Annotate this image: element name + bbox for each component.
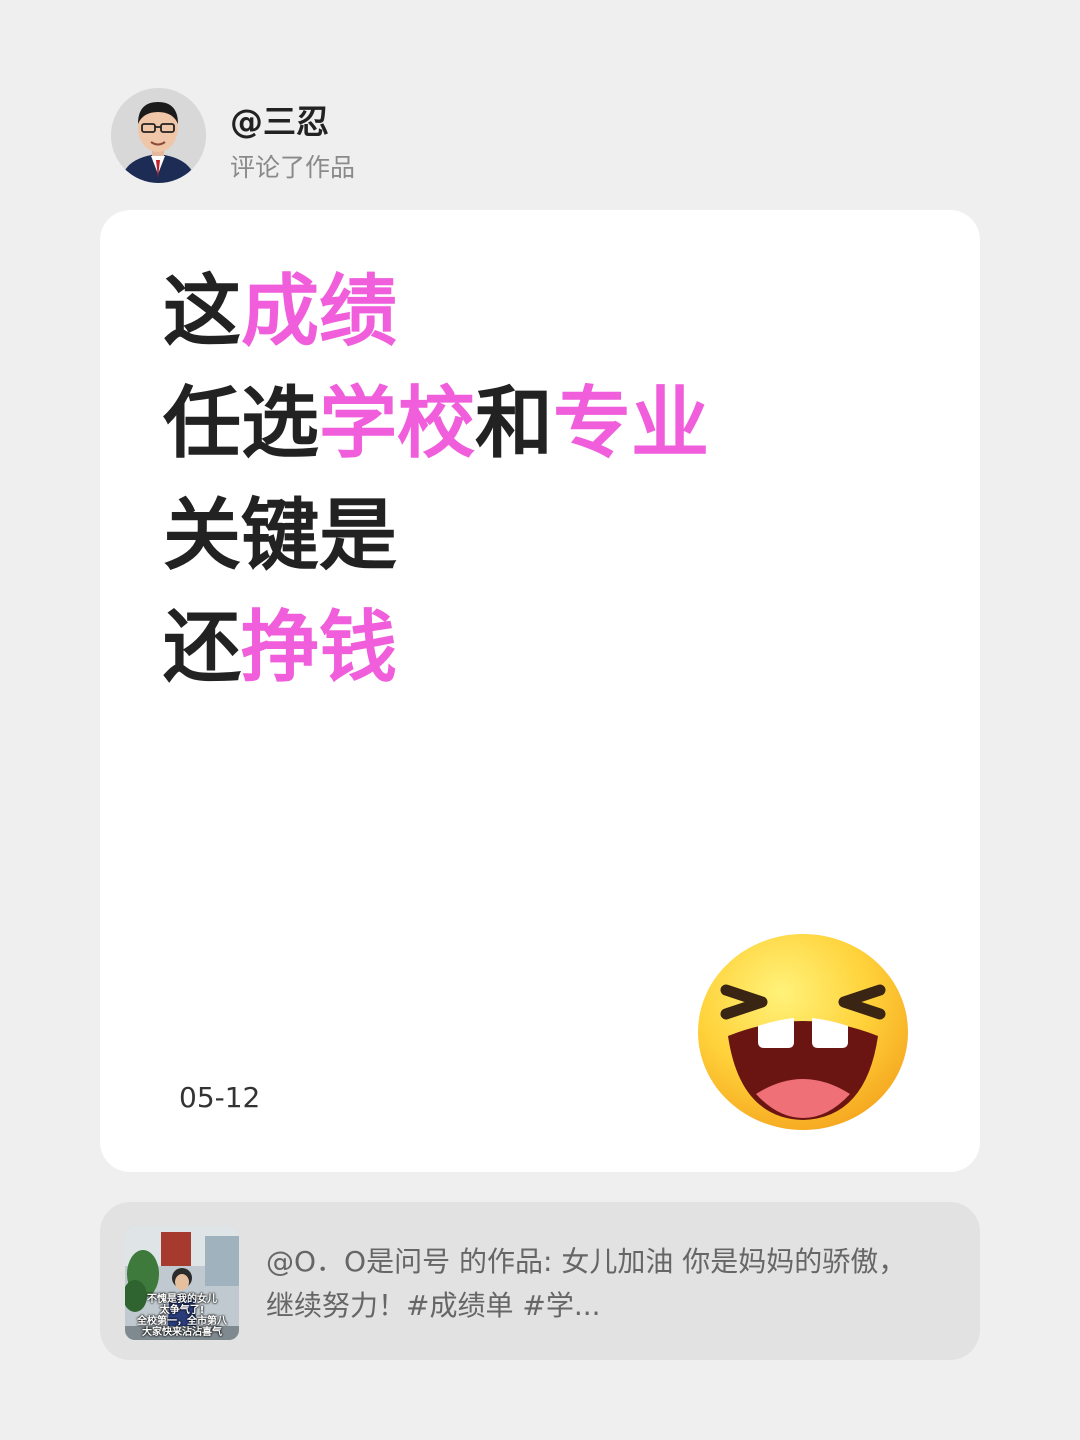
- thumbnail-caption: 不愧是我的女儿 太争气了! 全校第一，全市第八 大家快来沾沾喜气: [125, 1294, 239, 1338]
- comment-highlight: 成绩: [241, 267, 398, 357]
- user-name[interactable]: @三忍: [230, 100, 329, 144]
- source-description[interactable]: @O．O是问号 的作品: 女儿加油 你是妈妈的骄傲，继续努力！#成绩单 #学..…: [266, 1240, 926, 1328]
- user-action: 评论了作品: [230, 153, 356, 182]
- comment-line: 还挣钱: [163, 592, 709, 704]
- source-work-link[interactable]: 不愧是我的女儿 太争气了! 全校第一，全市第八 大家快来沾沾喜气 @O．O是问号…: [100, 1202, 980, 1360]
- comment-card: 这成绩 任选学校和专业 关键是 还挣钱 05-12: [100, 210, 980, 1172]
- caption-line: 不愧是我的女儿: [147, 1294, 217, 1305]
- caption-line: 大家快来沾沾喜气: [142, 1327, 222, 1338]
- avatar[interactable]: [111, 88, 206, 183]
- comment-highlight: 挣钱: [241, 603, 398, 693]
- comment-segment: 关键是: [163, 491, 398, 581]
- comment-highlight: 专业: [553, 379, 710, 469]
- laughing-face-emoji: [698, 934, 908, 1130]
- comment-segment: 这: [163, 267, 242, 357]
- comment-text: 这成绩 任选学校和专业 关键是 还挣钱: [163, 256, 709, 704]
- comment-line: 任选学校和专业: [163, 368, 709, 480]
- comment-segment: 和: [475, 379, 554, 469]
- comment-highlight: 学校: [319, 379, 476, 469]
- comment-date: 05-12: [179, 1081, 261, 1114]
- source-thumbnail[interactable]: 不愧是我的女儿 太争气了! 全校第一，全市第八 大家快来沾沾喜气: [125, 1226, 239, 1340]
- comment-line: 这成绩: [163, 256, 709, 368]
- comment-segment: 任选: [163, 379, 320, 469]
- comment-segment: 还: [163, 603, 242, 693]
- avatar-image: [111, 88, 206, 183]
- caption-line: 全校第一，全市第八: [137, 1316, 227, 1327]
- caption-line: 太争气了!: [159, 1305, 205, 1316]
- comment-line: 关键是: [163, 480, 709, 592]
